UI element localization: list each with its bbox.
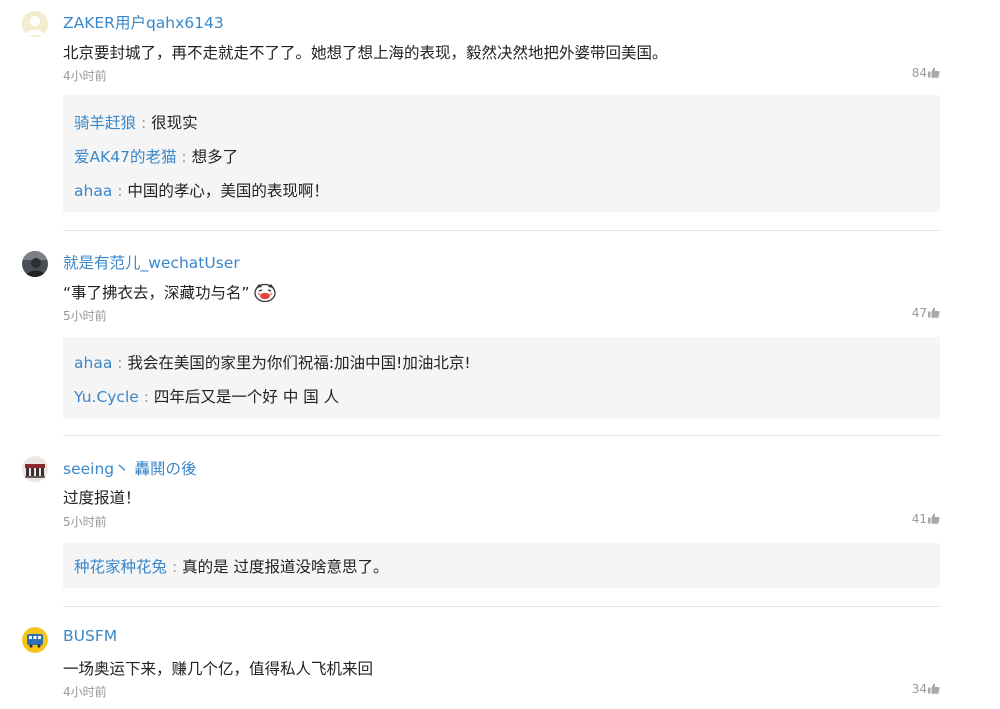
thumbs-up-icon [928,307,940,318]
reply-text: 中国的孝心，美国的表现啊！ [127,182,329,200]
comment-divider [63,606,940,607]
reply-item: 种花家种花兔 : 真的是 过度报道没啥意思了。 [74,555,389,577]
comment-item: ZAKER用户qahx6143 北京要封城了，再不走就走不了了。她想了想上海的表… [0,0,1000,230]
reply-separator: : [176,148,192,166]
like-count: 84 [911,66,927,80]
thumbs-up-icon [928,683,940,694]
reply-text: 很现实 [151,114,198,132]
user-avatar[interactable] [22,11,48,37]
reply-item: 爱AK47的老猫 : 想多了 [74,145,238,167]
user-avatar[interactable] [22,627,48,653]
reply-list: ahaa : 我会在美国的家里为你们祝福:加油中国!加油北京! Yu.Cycle… [63,337,940,419]
comment-text: 一场奥运下来，赚几个亿，值得私人飞机来回 [63,660,374,678]
reply-text: 四年后又是一个好 中 国 人 [153,388,340,406]
thumbs-up-icon [928,67,940,78]
comment-username[interactable]: seeing丶 轟鬨の後 [63,457,197,479]
like-button[interactable]: 47 [912,306,940,320]
reply-item: ahaa : 中国的孝心，美国的表现啊！ [74,179,329,201]
thumbs-up-icon [928,513,940,524]
comment-text: “事了拂衣去，深藏功与名” [63,284,250,302]
reply-item: 骑羊赶狼 : 很现实 [74,111,198,133]
reply-text: 想多了 [191,148,239,166]
comment-username[interactable]: ZAKER用户qahx6143 [63,11,224,33]
reply-separator: : [136,114,152,132]
photo-avatar [22,251,48,277]
reply-author[interactable]: 种花家种花兔 [74,558,167,576]
reply-separator: : [138,388,154,406]
comment-timestamp: 5小时前 [63,515,107,529]
comment-username[interactable]: 就是有范儿_wechatUser [63,251,240,273]
like-button[interactable]: 41 [912,512,940,526]
like-count: 34 [911,682,927,696]
user-avatar[interactable] [22,456,48,482]
bus-logo-avatar [22,627,48,653]
reply-author[interactable]: Yu.Cycle [74,388,139,406]
reply-item: Yu.Cycle : 四年后又是一个好 中 国 人 [74,385,339,407]
comment-text: 过度报道！ [63,489,141,507]
comment-text: 北京要封城了，再不走就走不了了。她想了想上海的表现，毅然决然地把外婆带回美国。 [63,44,668,62]
laughing-emoji-icon [253,283,276,302]
reply-text: 真的是 过度报道没啥意思了。 [182,558,389,576]
like-button[interactable]: 84 [912,66,940,80]
comment-divider [63,230,940,231]
comment-feed: ZAKER用户qahx6143 北京要封城了，再不走就走不了了。她想了想上海的表… [0,0,1000,709]
comment-timestamp: 4小时前 [63,685,107,699]
user-avatar[interactable] [22,251,48,277]
default-user-icon [22,11,48,37]
reply-separator: : [167,558,183,576]
comment-item: seeing丶 轟鬨の後 过度报道！ 5小时前 41 种花家种花兔 : 真的是 … [0,446,1000,606]
comment-divider [63,435,940,436]
reply-author[interactable]: 爱AK47的老猫 [74,148,177,166]
reply-separator: : [112,182,128,200]
reply-separator: : [112,354,128,372]
reply-author[interactable]: 骑羊赶狼 [74,114,136,132]
comment-timestamp: 4小时前 [63,69,107,83]
like-count: 41 [911,512,927,526]
comment-text-line: “事了拂衣去，深藏功与名” [63,281,276,303]
comment-item: 就是有范儿_wechatUser “事了拂衣去，深藏功与名” 5小时前 47 a… [0,240,1000,435]
comment-username[interactable]: BUSFM [63,627,117,645]
reply-list: 骑羊赶狼 : 很现实 爱AK47的老猫 : 想多了 ahaa : 中国的孝心，美… [63,95,940,212]
reply-author[interactable]: ahaa [74,182,112,200]
like-button[interactable]: 34 [912,682,940,696]
like-count: 47 [911,306,927,320]
reply-list: 种花家种花兔 : 真的是 过度报道没啥意思了。 [63,543,940,588]
reply-item: ahaa : 我会在美国的家里为你们祝福:加油中国!加油北京! [74,351,471,373]
reply-author[interactable]: ahaa [74,354,112,372]
comment-item: BUSFM 一场奥运下来，赚几个亿，值得私人飞机来回 4小时前 34 [0,616,1000,709]
reply-text: 我会在美国的家里为你们祝福:加油中国!加油北京! [127,354,471,372]
comment-timestamp: 5小时前 [63,309,107,323]
photo-avatar [22,456,48,482]
